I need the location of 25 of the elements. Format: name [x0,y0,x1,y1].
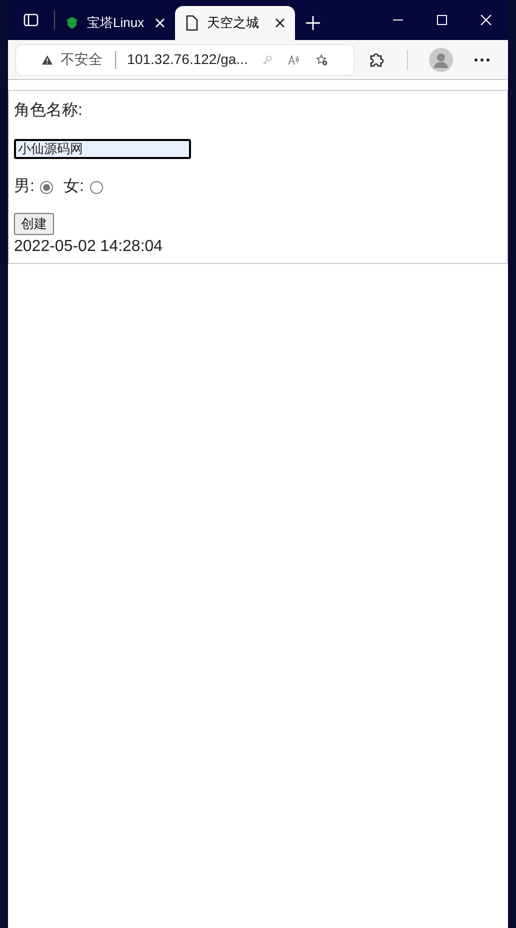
name-input[interactable]: 小仙源码网 [14,139,191,159]
browser-tab[interactable]: 宝塔Linux [55,6,175,40]
url-text: 101.32.76.122/ga... [127,50,248,69]
tab-title: 天空之城 [207,14,260,32]
profile-avatar-icon[interactable] [428,48,453,72]
timestamp: 2022-05-02 14:28:04 [14,237,163,257]
create-button[interactable]: 创建 [14,213,54,235]
more-icon[interactable] [474,58,490,62]
shield-icon [65,16,79,30]
new-tab-icon[interactable] [306,16,320,30]
page-icon [185,15,199,31]
gender-label: 男: [14,177,34,197]
name-label: 角色名称: [14,101,82,121]
close-icon[interactable] [275,18,285,28]
security-label: 不安全 [60,50,103,69]
browser-tab[interactable]: 天空之城 [175,6,295,40]
warning-icon [42,52,53,66]
puzzle-icon[interactable] [368,50,386,68]
address-bar[interactable]: 不安全 101.32.76.122/ga... [16,44,354,74]
tab-title: 宝塔Linux [87,14,146,32]
maximize-icon[interactable] [436,14,448,26]
gender-label: 女: [63,177,84,197]
gender-radio[interactable] [90,180,103,194]
tab-actions-icon[interactable] [23,12,39,28]
gender-radio[interactable] [40,180,54,194]
